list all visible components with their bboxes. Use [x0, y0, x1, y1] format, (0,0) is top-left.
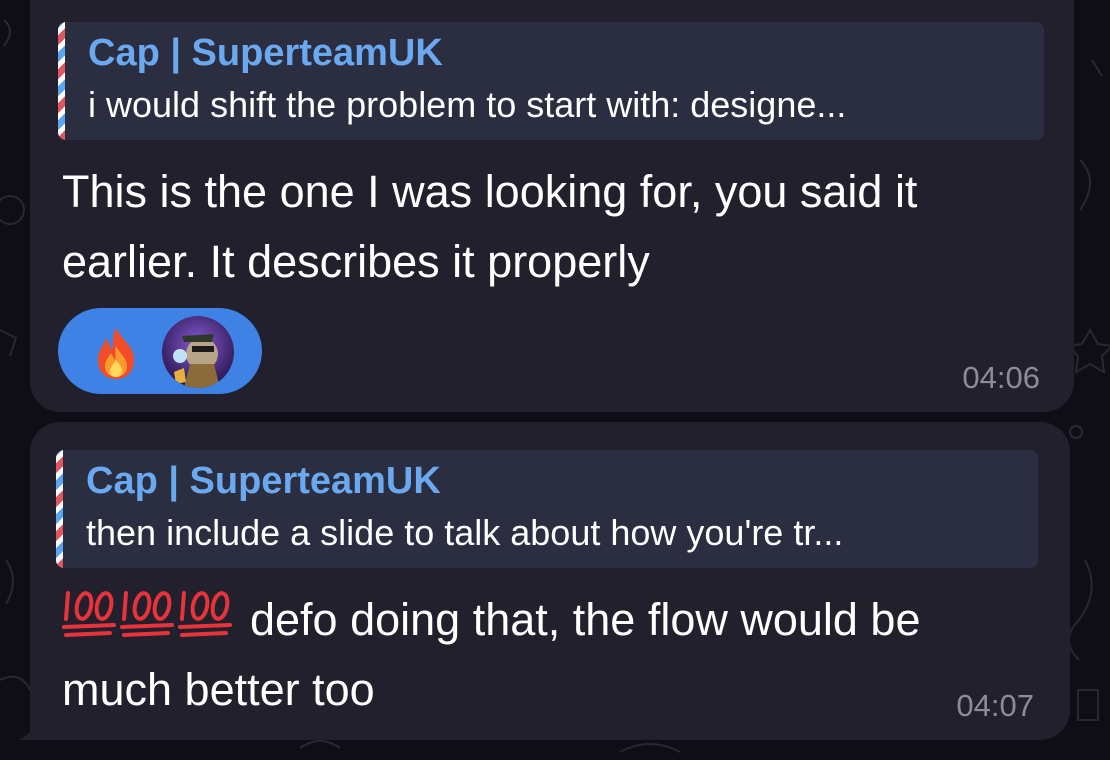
reaction-pill[interactable]: [58, 308, 262, 394]
reply-author: Cap | SuperteamUK: [86, 460, 441, 502]
message-bubble[interactable]: Cap | SuperteamUK i would shift the prob…: [30, 0, 1074, 412]
message-text: This is the one I was looking for, you s…: [62, 166, 918, 287]
emoji-prefix: [62, 591, 236, 645]
reply-accent-stripe: [58, 22, 65, 140]
message-timestamp: 04:06: [962, 360, 1040, 395]
fire-emoji-icon: [98, 328, 134, 379]
hundred-points-icon: [120, 591, 174, 637]
hundred-points-icon: [178, 591, 232, 637]
reply-snippet: then include a slide to talk about how y…: [86, 512, 844, 553]
reply-preview[interactable]: Cap | SuperteamUK i would shift the prob…: [58, 22, 1044, 140]
message-timestamp: 04:07: [956, 688, 1034, 723]
reply-accent-stripe: [56, 450, 63, 568]
reply-author: Cap | SuperteamUK: [88, 32, 443, 74]
message-bubble[interactable]: Cap | SuperteamUK then include a slide t…: [30, 422, 1070, 740]
hundred-points-icon: [62, 591, 116, 637]
avatar-image: [162, 316, 234, 388]
message-content: defo doing that, the flow would be much …: [62, 585, 1032, 725]
reactor-avatar[interactable]: [162, 316, 234, 388]
bubble-tail: [18, 712, 52, 740]
reply-preview[interactable]: Cap | SuperteamUK then include a slide t…: [56, 450, 1038, 568]
reply-snippet: i would shift the problem to start with:…: [88, 84, 847, 125]
